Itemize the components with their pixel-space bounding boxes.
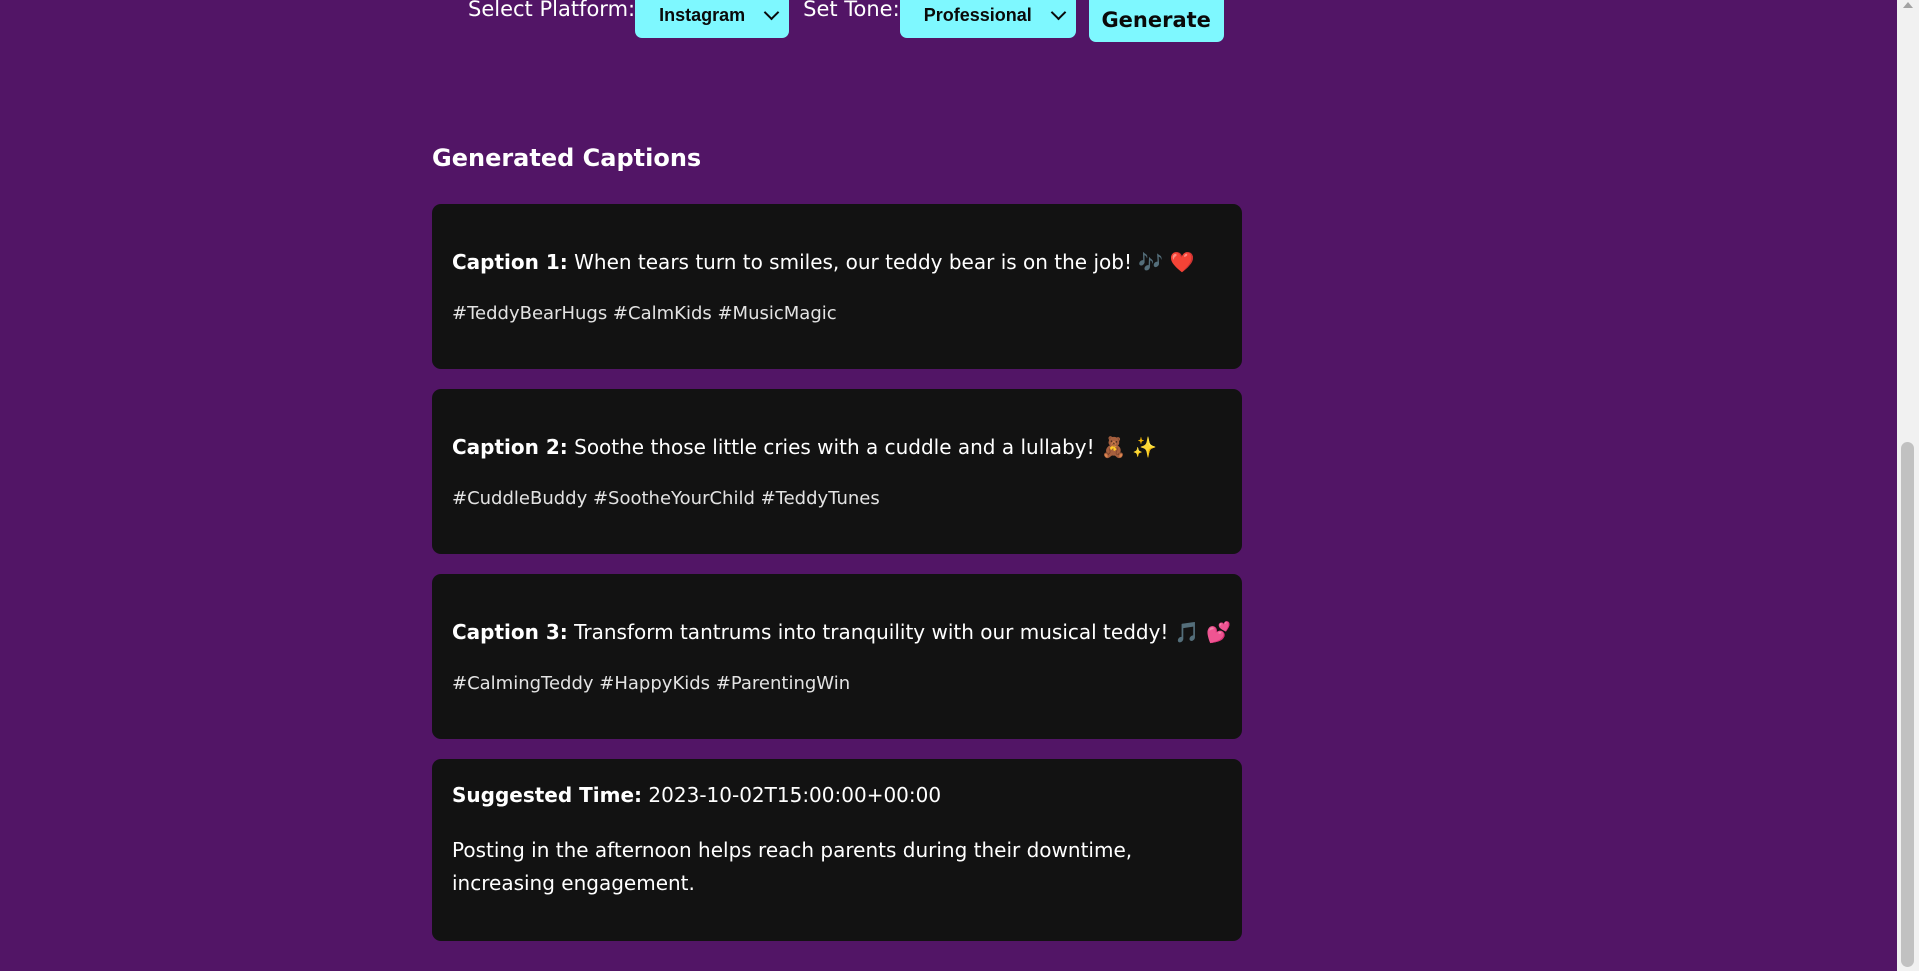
vertical-scrollbar[interactable] [1897, 0, 1919, 971]
caption-text: Transform tantrums into tranquility with… [574, 620, 1231, 644]
suggested-time-card: Suggested Time: 2023-10-02T15:00:00+00:0… [432, 759, 1242, 941]
caption-hashtags: #TeddyBearHugs #CalmKids #MusicMagic [452, 303, 837, 324]
caption-card: Caption 1: When tears turn to smiles, ou… [432, 204, 1242, 369]
tone-select[interactable]: Professional [899, 0, 1076, 38]
caption-card: Caption 3: Transform tantrums into tranq… [432, 574, 1242, 739]
section-title: Generated Captions [432, 144, 702, 172]
caption-text: Soothe those little cries with a cuddle … [574, 435, 1158, 459]
controls-bar: Select Platform: Instagram Set Tone: Pro… [468, 0, 1224, 42]
tone-label: Set Tone: [803, 0, 900, 21]
caption-label: Caption 1: [452, 250, 568, 274]
caption-line: Caption 2: Soothe those little cries wit… [452, 435, 1157, 459]
platform-select-value: Instagram [659, 4, 746, 25]
generate-button[interactable]: Generate [1088, 0, 1224, 42]
caption-label: Caption 3: [452, 620, 568, 644]
chevron-down-icon [1050, 4, 1066, 21]
caption-hashtags: #CalmingTeddy #HappyKids #ParentingWin [452, 673, 851, 694]
caption-label: Caption 2: [452, 435, 568, 459]
tone-select-value: Professional [923, 4, 1032, 25]
suggested-time-label: Suggested Time: [452, 783, 643, 807]
page: Select Platform: Instagram Set Tone: Pro… [0, 0, 1919, 971]
caption-hashtags: #CuddleBuddy #SootheYourChild #TeddyTune… [452, 488, 880, 509]
chevron-down-icon [763, 4, 780, 21]
suggested-time-line: Suggested Time: 2023-10-02T15:00:00+00:0… [452, 783, 941, 807]
caption-text: When tears turn to smiles, our teddy bea… [574, 250, 1195, 274]
suggested-time-reason: Posting in the afternoon helps reach par… [452, 838, 1133, 895]
platform-select[interactable]: Instagram [635, 0, 790, 38]
caption-card: Caption 2: Soothe those little cries wit… [432, 389, 1242, 554]
caption-line: Caption 1: When tears turn to smiles, ou… [452, 250, 1195, 274]
scrollbar-thumb[interactable] [1901, 442, 1914, 967]
platform-label: Select Platform: [468, 0, 636, 21]
suggested-time-value: 2023-10-02T15:00:00+00:00 [648, 783, 942, 807]
caption-line: Caption 3: Transform tantrums into tranq… [452, 620, 1231, 644]
scroll-up-arrow-icon[interactable] [1903, 2, 1913, 8]
